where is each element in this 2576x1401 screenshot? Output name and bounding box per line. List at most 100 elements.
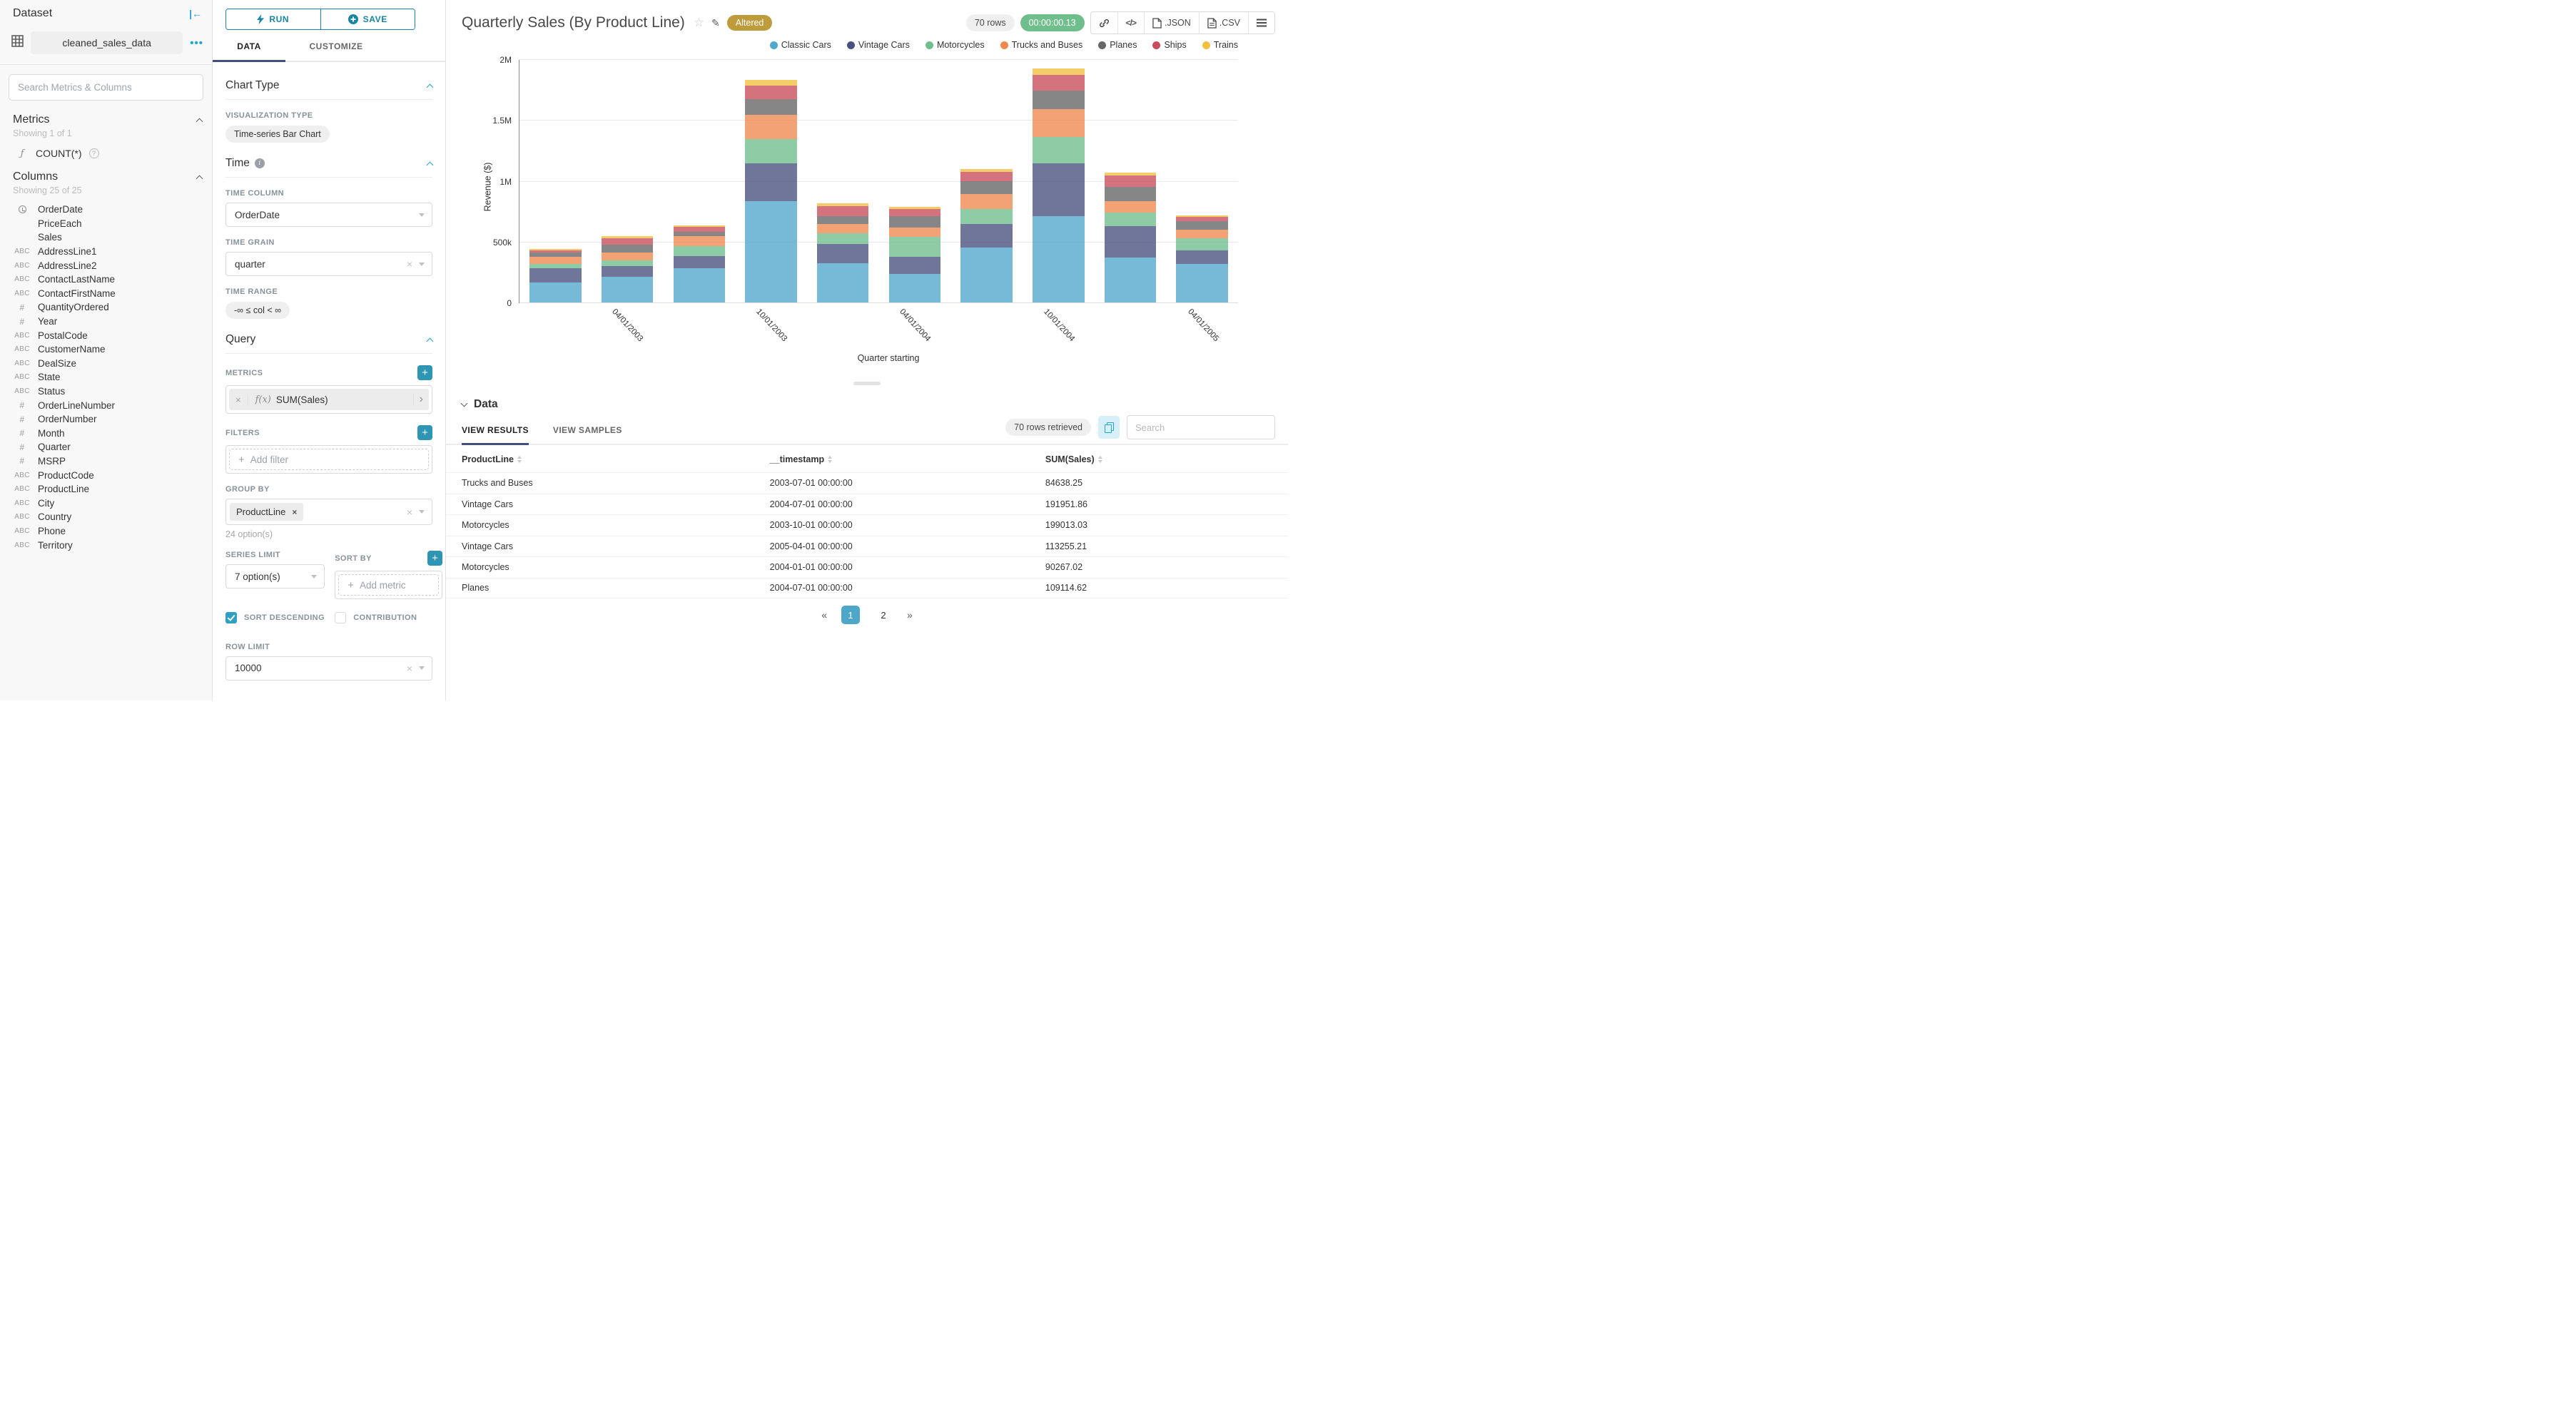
- bar-stack[interactable]: [816, 203, 869, 303]
- clear-icon[interactable]: ×: [407, 259, 412, 269]
- column-item[interactable]: # QuantityOrdered: [13, 300, 202, 315]
- bar-segment-vintage-cars[interactable]: [888, 257, 941, 275]
- bar-segment-ships[interactable]: [601, 238, 654, 245]
- time-column-select[interactable]: OrderDate: [225, 203, 432, 227]
- bar-segment-motorcycles[interactable]: [816, 233, 869, 245]
- bar-segment-classic-cars[interactable]: [960, 247, 1013, 303]
- column-item[interactable]: # Quarter: [13, 440, 202, 454]
- table-row[interactable]: Motorcycles 2003-10-01 00:00:00 199013.03: [446, 514, 1288, 536]
- bar-segment-motorcycles[interactable]: [673, 245, 725, 257]
- dataset-options-icon[interactable]: •••: [190, 37, 203, 49]
- run-button[interactable]: RUN: [226, 9, 320, 29]
- bar-segment-trucks-and-buses[interactable]: [529, 257, 582, 264]
- add-sort-metric-dropzone[interactable]: + Add metric: [338, 574, 439, 596]
- panel-resize-handle[interactable]: [853, 382, 881, 385]
- legend-item[interactable]: Ships: [1152, 40, 1187, 50]
- group-by-chip[interactable]: ProductLine ×: [230, 503, 304, 521]
- bar-segment-motorcycles[interactable]: [745, 139, 797, 163]
- info-icon[interactable]: i: [254, 158, 265, 168]
- column-item[interactable]: ABC ContactFirstName: [13, 287, 202, 301]
- dataset-name[interactable]: cleaned_sales_data: [31, 31, 183, 54]
- bar-segment-ships[interactable]: [960, 172, 1013, 181]
- bar-segment-trucks-and-buses[interactable]: [816, 224, 869, 233]
- column-item[interactable]: OrderDate: [13, 203, 202, 217]
- collapse-metrics-icon[interactable]: [196, 118, 203, 125]
- help-icon[interactable]: ?: [88, 148, 99, 158]
- time-range-pill[interactable]: -∞ ≤ col < ∞: [225, 302, 290, 319]
- bar-segment-trucks-and-buses[interactable]: [673, 235, 725, 246]
- bar-segment-motorcycles[interactable]: [529, 263, 582, 269]
- bar-segment-motorcycles[interactable]: [888, 236, 941, 258]
- bar-segment-trucks-and-buses[interactable]: [888, 227, 941, 237]
- collapse-data-icon[interactable]: [460, 399, 468, 407]
- view-query-button[interactable]: </>: [1117, 12, 1144, 34]
- bar-segment-vintage-cars[interactable]: [529, 268, 582, 282]
- legend-item[interactable]: Vintage Cars: [846, 40, 910, 50]
- legend-item[interactable]: Motorcycles: [925, 40, 985, 50]
- bar-segment-planes[interactable]: [1104, 186, 1157, 202]
- column-item[interactable]: ABC City: [13, 496, 202, 510]
- table-row[interactable]: Trucks and Buses 2003-07-01 00:00:00 84638…: [446, 472, 1288, 494]
- bar-segment-motorcycles[interactable]: [1176, 238, 1228, 250]
- column-item[interactable]: PriceEach: [13, 217, 202, 231]
- legend-item[interactable]: Planes: [1098, 40, 1137, 50]
- tab-view-results[interactable]: VIEW RESULTS: [462, 415, 529, 445]
- bar-segment-trucks-and-buses[interactable]: [960, 194, 1013, 209]
- bar-segment-vintage-cars[interactable]: [745, 163, 797, 201]
- contribution-checkbox[interactable]: [335, 612, 347, 623]
- clear-icon[interactable]: ×: [407, 507, 412, 517]
- legend-item[interactable]: Classic Cars: [769, 40, 831, 50]
- column-item[interactable]: ABC CustomerName: [13, 342, 202, 357]
- legend-item[interactable]: Trucks and Buses: [1000, 40, 1082, 50]
- collapse-section-icon[interactable]: [426, 337, 434, 345]
- bar-segment-planes[interactable]: [1033, 91, 1085, 110]
- bar-stack[interactable]: [1033, 68, 1085, 303]
- bar-segment-planes[interactable]: [1176, 221, 1228, 230]
- bar-stack[interactable]: [673, 225, 725, 303]
- tab-data[interactable]: DATA: [213, 41, 285, 61]
- bar-segment-classic-cars[interactable]: [1176, 263, 1228, 303]
- bar-segment-planes[interactable]: [888, 215, 941, 228]
- bar-segment-ships[interactable]: [1104, 175, 1157, 187]
- table-row[interactable]: Vintage Cars 2005-04-01 00:00:00 113255.21: [446, 535, 1288, 557]
- legend-item[interactable]: Trains: [1202, 40, 1238, 50]
- bar-segment-trucks-and-buses[interactable]: [1033, 109, 1085, 138]
- bar-segment-classic-cars[interactable]: [816, 263, 869, 303]
- export-csv-button[interactable]: .CSV: [1198, 12, 1248, 34]
- sort-descending-checkbox[interactable]: [225, 612, 237, 623]
- add-metric-button[interactable]: [417, 365, 432, 380]
- bar-stack[interactable]: [960, 168, 1013, 303]
- bar-segment-trucks-and-buses[interactable]: [1176, 230, 1228, 238]
- bar-segment-vintage-cars[interactable]: [816, 244, 869, 263]
- bar-segment-planes[interactable]: [960, 180, 1013, 195]
- column-item[interactable]: Sales: [13, 230, 202, 245]
- bar-stack[interactable]: [529, 249, 582, 303]
- column-item[interactable]: ABC ProductLine: [13, 482, 202, 496]
- column-item[interactable]: # MSRP: [13, 454, 202, 469]
- column-item[interactable]: ABC Phone: [13, 524, 202, 539]
- table-search-input[interactable]: [1127, 415, 1275, 439]
- pagination-prev[interactable]: «: [821, 609, 827, 621]
- group-by-select[interactable]: ProductLine × ×: [225, 499, 432, 525]
- add-sort-metric-button[interactable]: [427, 551, 442, 566]
- bar-segment-vintage-cars[interactable]: [1176, 250, 1228, 264]
- bar-segment-trains[interactable]: [745, 80, 797, 86]
- bar-segment-motorcycles[interactable]: [601, 260, 654, 267]
- bar-stack[interactable]: [888, 207, 941, 303]
- bar-segment-trucks-and-buses[interactable]: [1104, 201, 1157, 213]
- column-item[interactable]: # OrderLineNumber: [13, 398, 202, 412]
- pagination-next[interactable]: »: [907, 609, 913, 621]
- column-item[interactable]: ABC ContactLastName: [13, 272, 202, 287]
- search-metrics-columns-input[interactable]: [9, 74, 203, 101]
- edit-title-icon[interactable]: ✎: [711, 17, 720, 29]
- column-item[interactable]: ABC Status: [13, 384, 202, 399]
- remove-chip-icon[interactable]: ×: [292, 507, 297, 517]
- bar-segment-vintage-cars[interactable]: [1033, 163, 1085, 217]
- collapse-sidebar-icon[interactable]: |←: [189, 8, 202, 19]
- bar-segment-ships[interactable]: [745, 85, 797, 99]
- bar-segment-ships[interactable]: [888, 208, 941, 216]
- table-row[interactable]: Planes 2004-07-01 00:00:00 109114.62: [446, 577, 1288, 598]
- bar-segment-ships[interactable]: [816, 205, 869, 216]
- bar-segment-vintage-cars[interactable]: [960, 224, 1013, 248]
- clear-icon[interactable]: ×: [407, 663, 412, 673]
